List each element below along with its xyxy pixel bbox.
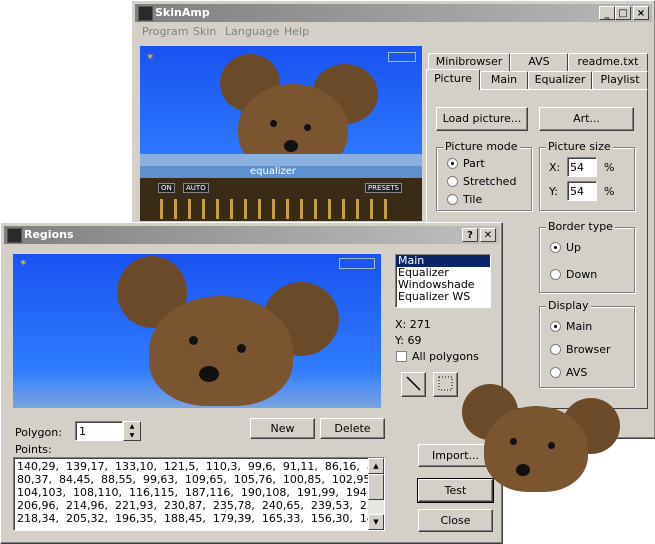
regions-app-icon [7, 228, 22, 243]
list-item-equalizer-ws[interactable]: Equalizer WS [396, 291, 490, 303]
points-scrollbar[interactable]: ▲ ▼ [368, 458, 384, 530]
regions-titlebar[interactable]: Regions ? ✕ [4, 226, 499, 244]
regions-close-button[interactable]: ✕ [480, 228, 496, 242]
winamp-logo-icon: ✶ [146, 52, 155, 63]
tab-equalizer[interactable]: Equalizer [528, 71, 592, 89]
size-x-unit: % [604, 161, 615, 174]
picture-size-group: Picture size X: 54 % Y: 54 % [539, 140, 635, 211]
points-label: Points: [15, 443, 52, 456]
close-dialog-button[interactable]: Close [418, 509, 493, 532]
skinamp-app-icon [138, 6, 153, 21]
close-button[interactable]: × [633, 6, 649, 20]
menu-program[interactable]: Program [142, 25, 188, 38]
region-bear-picture [113, 256, 343, 406]
dots-tool-icon [438, 376, 453, 391]
points-tool-button[interactable] [433, 372, 458, 397]
polygon-input[interactable]: 1 [75, 421, 123, 441]
size-x-label: X: [549, 161, 561, 174]
size-y-label: Y: [549, 185, 558, 198]
line-tool-button[interactable] [401, 372, 426, 397]
new-button[interactable]: New [250, 418, 315, 439]
menu-skin[interactable]: Skin [193, 25, 216, 38]
picture-size-label: Picture size [546, 140, 613, 153]
skinamp-titlebar[interactable]: SkinAmp _ □ × [135, 4, 652, 22]
border-type-group: Border type Up Down [539, 220, 635, 293]
picture-mode-group: Picture mode Part Stretched Tile [436, 140, 532, 211]
load-picture-button[interactable]: Load picture... [436, 107, 528, 131]
display-label: Display [546, 299, 591, 312]
tab-avs[interactable]: AVS [510, 53, 568, 71]
preview-stage [140, 154, 422, 166]
eq-presets-button: PRESETS [364, 183, 402, 193]
art-button[interactable]: Art... [539, 107, 634, 131]
region-preview[interactable]: ✶ [13, 254, 381, 408]
equalizer-title: equalizer [250, 166, 297, 177]
all-polygons-checkbox[interactable] [396, 351, 407, 362]
delete-button[interactable]: Delete [320, 418, 385, 439]
region-list[interactable]: Main Equalizer Windowshade Equalizer WS [395, 254, 491, 308]
eq-sliders [160, 199, 390, 219]
all-polygons-label: All polygons [412, 350, 479, 363]
picture-mode-label: Picture mode [443, 140, 520, 153]
help-button[interactable]: ? [462, 228, 478, 242]
polygon-label: Polygon: [15, 426, 62, 439]
size-y-unit: % [604, 185, 615, 198]
equalizer-preview: equalizer ON AUTO PRESETS [140, 166, 422, 221]
region-window-buttons [339, 258, 375, 269]
tab-picture[interactable]: Picture [426, 69, 480, 90]
points-text: 140,29, 139,17, 133,10, 121,5, 110,3, 99… [17, 460, 370, 525]
points-textarea[interactable]: 140,29, 139,17, 133,10, 121,5, 110,3, 99… [13, 457, 385, 531]
polygon-spinner[interactable]: ▲ ▼ [123, 421, 141, 441]
winamp-logo-icon: ✶ [19, 258, 28, 269]
line-tool-icon [406, 376, 421, 391]
display-group: Display Main Browser AVS [539, 299, 635, 388]
preview-window-buttons [388, 52, 416, 62]
size-y-input[interactable]: 54 [567, 181, 597, 201]
menu-help[interactable]: Help [284, 25, 309, 38]
tab-playlist[interactable]: Playlist [592, 71, 648, 89]
eq-on-button: ON [158, 183, 175, 193]
menu-language[interactable]: Language [225, 25, 279, 38]
eq-auto-button: AUTO [183, 183, 209, 193]
maximize-button[interactable]: □ [615, 6, 631, 20]
tab-readme[interactable]: readme.txt [568, 53, 648, 71]
skin-preview[interactable]: ✶ equalizer ON AUTO PRESETS [140, 46, 422, 221]
skinamp-title: SkinAmp [155, 6, 210, 19]
y-readout: Y: 69 [395, 334, 422, 347]
size-x-input[interactable]: 54 [567, 157, 597, 177]
tab-main[interactable]: Main [480, 71, 528, 89]
regions-dialog: Regions ? ✕ ✶ Main Equalizer Windowshade… [0, 222, 503, 544]
minimize-button[interactable]: _ [599, 6, 615, 20]
test-region-bear [462, 378, 622, 493]
x-readout: X: 271 [395, 318, 431, 331]
border-type-label: Border type [546, 220, 615, 233]
regions-title: Regions [24, 228, 74, 241]
